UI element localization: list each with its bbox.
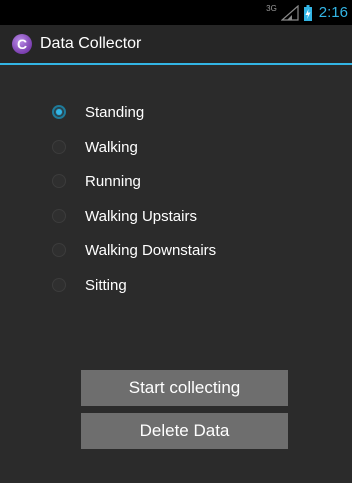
radio-button[interactable] — [52, 277, 66, 292]
radio-button[interactable] — [52, 208, 66, 223]
battery-icon — [303, 4, 312, 21]
radio-label: Walking Downstairs — [85, 242, 217, 259]
radio-button[interactable] — [52, 174, 66, 188]
action-bar: C Data Collector — [0, 25, 352, 65]
radio-option-sitting[interactable]: Sitting — [0, 269, 352, 304]
radio-label: Sitting — [85, 276, 127, 294]
radio-option-walking-upstairs[interactable]: Walking Upstairs — [0, 200, 352, 235]
activity-radio-group: Standing Walking Running Walking Upstair… — [0, 96, 352, 303]
network-type-label: 3G — [266, 4, 277, 13]
radio-label: Walking Upstairs — [85, 207, 197, 225]
app-logo-letter: C — [16, 36, 28, 52]
status-clock: 2:16 — [318, 4, 348, 21]
radio-option-standing[interactable]: Standing — [0, 96, 352, 131]
status-indicators: 3G 2:16 — [266, 3, 348, 22]
radio-label: Standing — [85, 104, 145, 121]
start-collecting-button[interactable]: Start collecting — [81, 370, 288, 406]
signal-strength-icon — [280, 4, 299, 21]
radio-option-walking[interactable]: Walking — [0, 131, 352, 166]
radio-button[interactable] — [52, 243, 66, 257]
app-title: Data Collector — [40, 35, 142, 52]
radio-label: Running — [85, 173, 141, 190]
delete-data-button[interactable]: Delete Data — [81, 413, 288, 449]
radio-option-walking-downstairs[interactable]: Walking Downstairs — [0, 234, 352, 269]
radio-option-running[interactable]: Running — [0, 165, 352, 200]
radio-button-checked[interactable] — [52, 105, 66, 119]
radio-label: Walking — [85, 138, 138, 156]
app-logo-icon[interactable]: C — [12, 34, 32, 54]
status-bar: 3G 2:16 — [0, 0, 352, 25]
radio-button[interactable] — [52, 139, 66, 154]
